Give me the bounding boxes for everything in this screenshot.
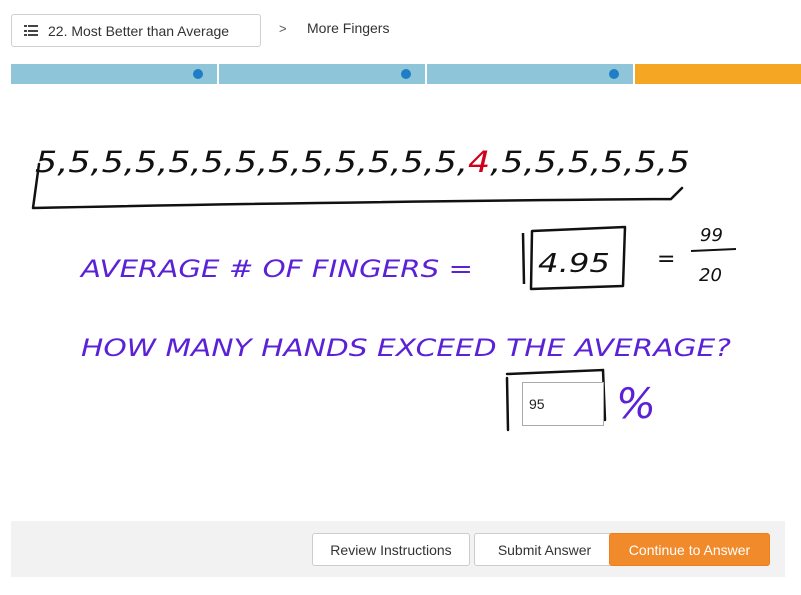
continue-to-answer-button[interactable]: Continue to Answer (609, 533, 770, 566)
question-text: HOW MANY HANDS EXCEED THE AVERAGE? (81, 334, 731, 362)
list-icon (24, 25, 38, 36)
number-value: 5 (501, 145, 523, 179)
breadcrumb-current-step: More Fingers (307, 20, 390, 36)
number-value: 5 (601, 145, 623, 179)
number-separator: , (224, 145, 235, 179)
number-separator: , (590, 145, 601, 179)
average-value: 4.95 (538, 249, 610, 279)
number-separator: , (157, 145, 168, 179)
number-value: 5 (68, 145, 90, 179)
number-value: 5 (135, 145, 157, 179)
number-value: 5 (568, 145, 590, 179)
progress-segment-4[interactable] (635, 64, 801, 84)
progress-dot (193, 69, 203, 79)
number-separator: , (91, 145, 102, 179)
submit-answer-button[interactable]: Submit Answer (474, 533, 615, 566)
number-separator: , (523, 145, 534, 179)
lesson-menu-button[interactable]: 22. Most Better than Average (11, 14, 261, 47)
number-separator: , (124, 145, 135, 179)
lesson-title: 22. Most Better than Average (48, 22, 230, 39)
fraction-equals: = (657, 247, 675, 272)
number-separator: , (324, 145, 335, 179)
number-separator: , (290, 145, 301, 179)
whiteboard: 5,5,5,5,5,5,5,5,5,5,5,5,5,4,5,5,5,5,5,5 … (31, 145, 737, 432)
numbers-row: 5,5,5,5,5,5,5,5,5,5,5,5,5,4,5,5,5,5,5,5 (35, 145, 690, 179)
review-instructions-button[interactable]: Review Instructions (312, 533, 470, 566)
number-value: 5 (301, 145, 323, 179)
number-value: 5 (202, 145, 224, 179)
action-footer: Review Instructions Submit Answer Contin… (11, 521, 785, 577)
number-value: 5 (535, 145, 557, 179)
number-separator: , (490, 145, 501, 179)
progress-segment-1[interactable] (11, 64, 217, 84)
fraction-numerator: 99 (700, 225, 723, 246)
average-label: AVERAGE # OF FINGERS = (79, 255, 473, 283)
number-separator: , (190, 145, 201, 179)
number-separator: , (57, 145, 68, 179)
progress-segment-2[interactable] (219, 64, 425, 84)
number-value: 5 (435, 145, 457, 179)
number-value: 5 (268, 145, 290, 179)
number-separator: , (623, 145, 634, 179)
progress-dot (401, 69, 411, 79)
fraction-denominator: 20 (699, 265, 722, 286)
number-value: 5 (335, 145, 357, 179)
number-value: 5 (168, 145, 190, 179)
fraction-bar (690, 248, 737, 252)
number-separator: , (424, 145, 435, 179)
number-separator: , (557, 145, 568, 179)
answer-input[interactable] (522, 382, 604, 426)
progress-dot (609, 69, 619, 79)
progress-bar (11, 64, 801, 84)
percent-sign: % (616, 379, 656, 428)
number-value: 5 (401, 145, 423, 179)
number-value: 5 (235, 145, 257, 179)
number-value: 5 (634, 145, 656, 179)
number-value: 5 (368, 145, 390, 179)
number-separator: , (457, 145, 468, 179)
number-separator: , (390, 145, 401, 179)
progress-segment-3[interactable] (427, 64, 633, 84)
number-value: 5 (668, 145, 690, 179)
breadcrumb-separator: > (279, 21, 287, 36)
number-value: 5 (102, 145, 124, 179)
number-separator: , (257, 145, 268, 179)
number-value: 4 (468, 145, 490, 179)
number-separator: , (357, 145, 368, 179)
number-separator: , (657, 145, 668, 179)
